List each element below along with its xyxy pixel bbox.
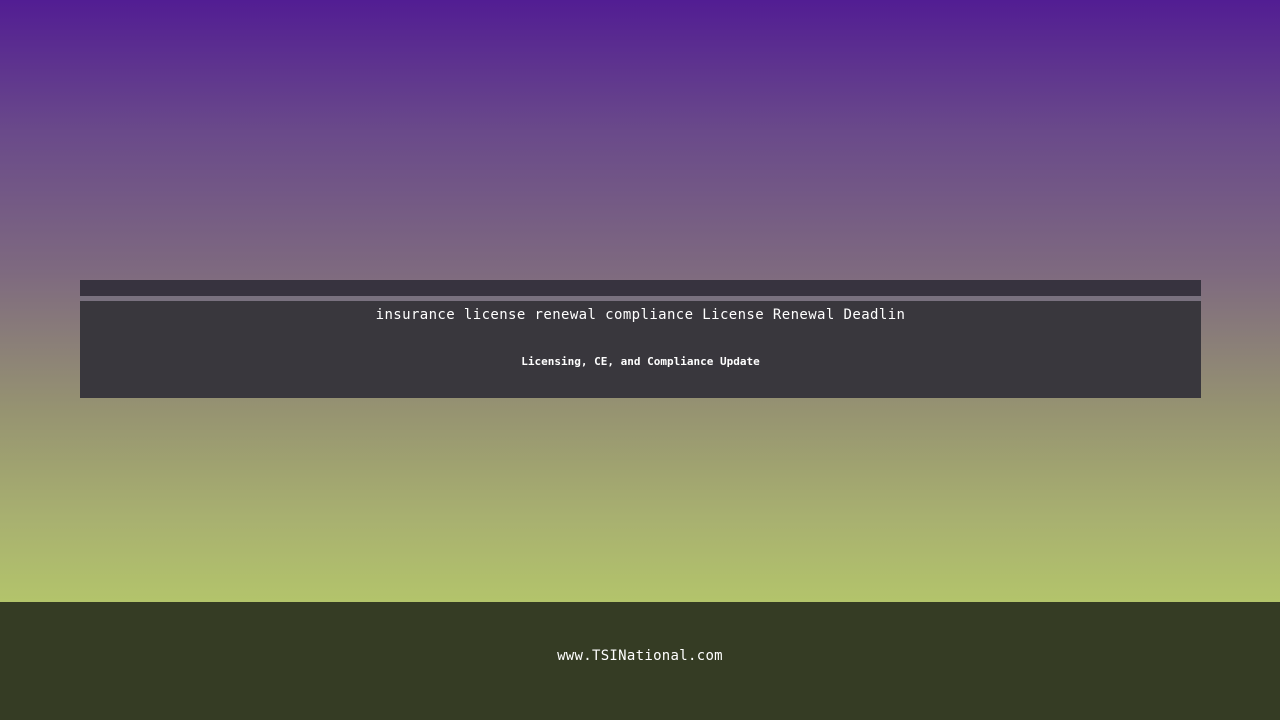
footer-bar: www.TSINational.com bbox=[0, 602, 1280, 720]
banner-top-strip bbox=[80, 280, 1201, 296]
banner-title: insurance license renewal compliance Lic… bbox=[375, 307, 906, 323]
title-banner: insurance license renewal compliance Lic… bbox=[80, 301, 1201, 398]
footer-website-link[interactable]: www.TSINational.com bbox=[0, 648, 1280, 664]
banner-subtitle: Licensing, CE, and Compliance Update bbox=[521, 355, 760, 368]
